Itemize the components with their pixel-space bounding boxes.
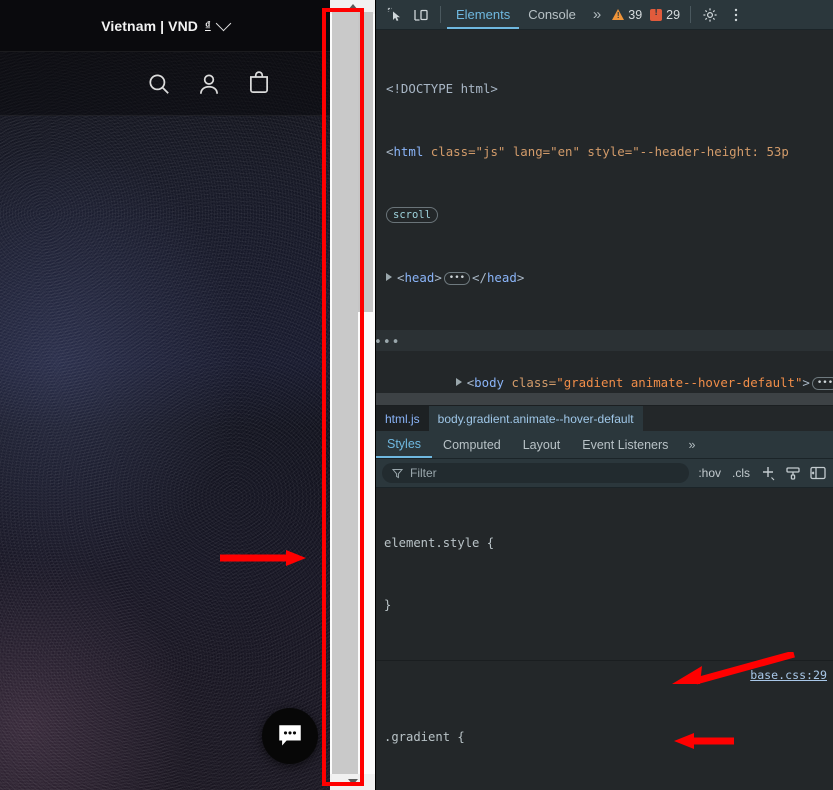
badge-scroll[interactable]: scroll <box>386 207 438 223</box>
tab-console[interactable]: Console <box>519 0 585 29</box>
gear-icon[interactable] <box>697 2 723 28</box>
page-vertical-scrollbar[interactable] <box>330 0 375 790</box>
annotation-arrow-basecss-rule <box>674 733 734 749</box>
warning-count-value: 39 <box>628 7 643 22</box>
warning-icon <box>612 9 625 20</box>
toolbar-divider <box>440 6 441 23</box>
filter-placeholder: Filter <box>410 466 437 480</box>
locale-selector[interactable]: Vietnam | VND ₫ <box>101 15 232 34</box>
css-selector-gradient[interactable]: .gradient { <box>384 727 825 748</box>
locale-label: Vietnam | VND <box>101 17 198 34</box>
devtools-toolbar: Elements Console » 39 29 <box>376 0 833 30</box>
shopify-chat-button[interactable] <box>262 708 318 764</box>
inspect-element-icon[interactable] <box>382 2 408 28</box>
cart-icon[interactable] <box>246 70 272 97</box>
dom-line-head[interactable]: <head> ••• </head> <box>376 267 833 288</box>
warning-count[interactable]: 39 <box>608 8 646 22</box>
currency-symbol: ₫ <box>205 19 211 32</box>
tab-styles[interactable]: Styles <box>376 431 433 458</box>
chat-bubble-icon <box>279 725 301 746</box>
plus-icon[interactable] <box>759 464 777 482</box>
annotation-arrow-index-rule <box>672 652 795 685</box>
annotation-arrow-to-scrollbar <box>220 550 306 566</box>
dom-tree: <!DOCTYPE html> <html class="js" lang="e… <box>376 30 833 405</box>
expand-arrow-icon[interactable] <box>386 273 392 281</box>
collapsed-children-icon[interactable]: ••• <box>443 272 471 285</box>
toggle-sidebar-icon[interactable] <box>809 464 827 482</box>
tab-event-listeners[interactable]: Event Listeners <box>571 431 679 458</box>
styles-filter-row: Filter :hov .cls <box>376 459 833 488</box>
chevron-down-icon <box>215 15 232 32</box>
dom-line-doctype[interactable]: <!DOCTYPE html> <box>376 78 833 99</box>
breadcrumb-item-html[interactable]: html.js <box>376 406 429 431</box>
scrollbar-thumb[interactable] <box>332 12 358 774</box>
background-noise-texture <box>0 0 330 790</box>
screenshot-root: Vietnam | VND ₫ Elements Console » ! 39 … <box>0 0 833 790</box>
expand-arrow-icon-body[interactable] <box>455 378 462 386</box>
search-input[interactable]: Filter <box>382 463 690 483</box>
scroll-down-arrow[interactable] <box>330 774 375 790</box>
device-toolbar-icon[interactable] <box>408 2 434 28</box>
error-icon <box>650 7 663 21</box>
account-icon[interactable] <box>196 71 222 97</box>
error-count-value: 29 <box>666 7 681 22</box>
node-badge-dots-icon[interactable]: ••• <box>376 332 400 353</box>
dom-line-html-open[interactable]: <html class="js" lang="en" style="--head… <box>376 141 833 162</box>
css-rules-pane: element.style { } base.css:29 .gradient … <box>376 488 833 790</box>
toolbar-divider-2 <box>690 6 692 23</box>
locale-bar: Vietnam | VND ₫ <box>0 0 330 52</box>
breadcrumb-item-body[interactable]: body.gradient.animate--hover-default <box>428 406 643 431</box>
dom-line-body-badges: gridscroll== $0 <box>376 393 833 405</box>
hov-button[interactable]: :hov <box>696 466 723 480</box>
breadcrumb: html.js body.gradient.animate--hover-def… <box>376 405 833 431</box>
collapsed-children-icon-body[interactable]: ••• <box>811 377 833 390</box>
css-rule-close: } <box>384 597 392 612</box>
search-icon[interactable] <box>146 71 172 97</box>
css-selector[interactable]: element.style { <box>384 533 825 554</box>
filter-icon <box>392 468 403 478</box>
site-header-nav <box>0 52 330 116</box>
css-rule-element-style[interactable]: element.style { } <box>376 488 833 661</box>
website-viewport: Vietnam | VND ₫ <box>0 0 330 790</box>
more-styles-tabs-icon[interactable]: » <box>679 431 703 458</box>
tab-layout[interactable]: Layout <box>512 431 572 458</box>
error-count[interactable]: 29 <box>646 7 684 22</box>
styles-pane-tabs: Styles Computed Layout Event Listeners » <box>376 431 833 459</box>
dom-line-html-badges: scroll <box>376 204 833 225</box>
paintbrush-icon[interactable] <box>784 464 802 482</box>
tab-elements[interactable]: Elements <box>447 0 520 29</box>
more-tabs-icon[interactable]: » <box>585 6 608 23</box>
cls-button[interactable]: .cls <box>730 466 752 480</box>
kebab-menu-icon[interactable] <box>723 2 749 28</box>
tab-computed[interactable]: Computed <box>432 431 512 458</box>
dom-line-body-open[interactable]: ••• <body class="gradient animate--hover… <box>376 330 833 390</box>
